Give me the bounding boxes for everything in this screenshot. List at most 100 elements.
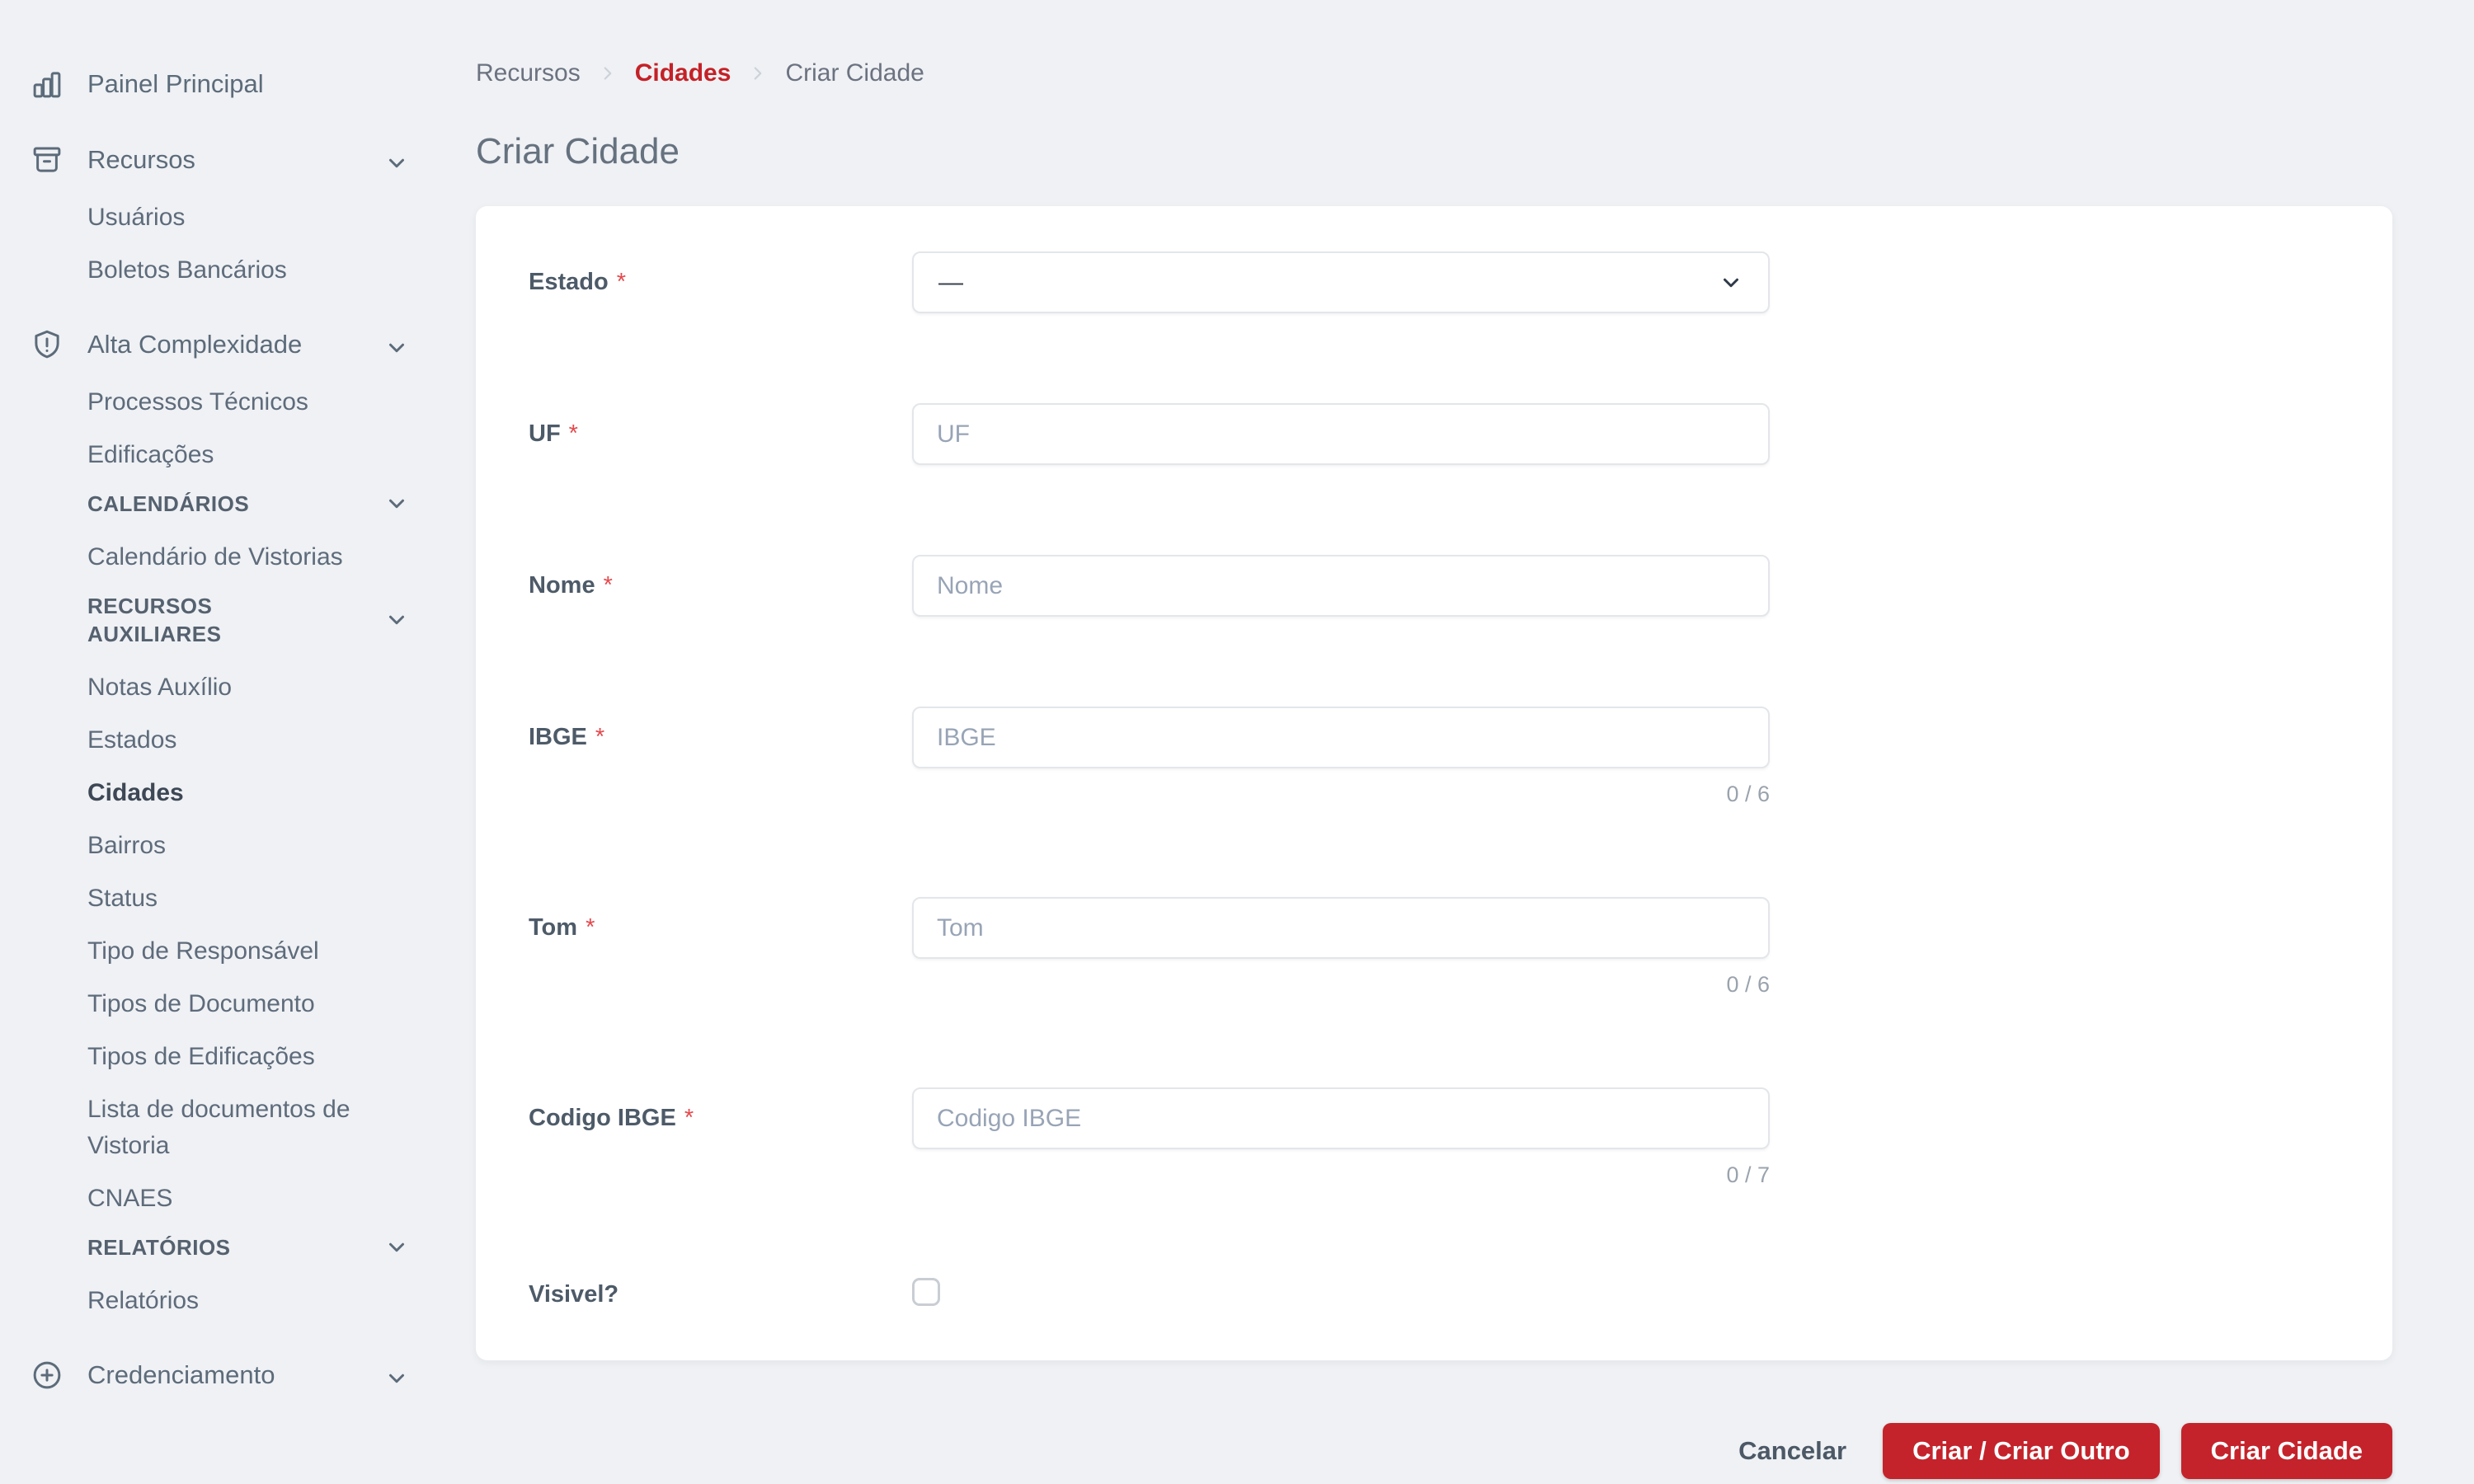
- sidebar-item-recursos-auxiliares[interactable]: RECURSOS AUXILIARES: [0, 592, 445, 648]
- breadcrumb-separator-icon: [597, 63, 618, 84]
- ibge-input[interactable]: [912, 707, 1770, 768]
- field-row-uf: UF *: [529, 403, 2392, 465]
- sidebar-item-calendarios[interactable]: CALENDÁRIOS: [0, 490, 445, 518]
- sidebar-item-estados[interactable]: Estados: [0, 722, 445, 758]
- field-label: Visivel?: [529, 1280, 619, 1308]
- sidebar-item-tipos-de-edificacoes[interactable]: Tipos de Edificações: [0, 1039, 445, 1075]
- field-control: 0 / 6: [912, 897, 1770, 998]
- archive-box-icon: [30, 143, 64, 177]
- visivel-checkbox[interactable]: [912, 1278, 940, 1306]
- sidebar-item-recursos[interactable]: Recursos: [0, 140, 445, 180]
- sidebar-subitem-label: Estados: [87, 726, 177, 754]
- sidebar-item-bairros[interactable]: Bairros: [0, 828, 445, 864]
- required-asterisk: *: [616, 269, 626, 295]
- required-asterisk: *: [586, 914, 595, 941]
- chevron-down-icon[interactable]: [384, 491, 409, 516]
- required-asterisk: *: [568, 420, 578, 447]
- sidebar-item-cidades[interactable]: Cidades: [0, 775, 445, 811]
- sidebar-item-relatorios[interactable]: Relatórios: [0, 1283, 445, 1319]
- form-footer: Cancelar Criar / Criar Outro Criar Cidad…: [476, 1423, 2392, 1479]
- sidebar-subitem-label: CNAES: [87, 1185, 173, 1212]
- sidebar-item-notas-auxilio[interactable]: Notas Auxílio: [0, 669, 445, 706]
- field-row-tom: Tom * 0 / 6: [529, 897, 2392, 998]
- sidebar-item-calendario-de-vistorias[interactable]: Calendário de Vistorias: [0, 539, 445, 575]
- required-asterisk: *: [603, 572, 613, 599]
- sidebar-subitem-label: Edificações: [87, 441, 214, 468]
- breadcrumb-separator-icon: [747, 63, 769, 84]
- sidebar-subitem-label: Tipos de Edificações: [87, 1043, 315, 1070]
- sidebar-section-label: CALENDÁRIOS: [87, 491, 250, 516]
- required-asterisk: *: [684, 1105, 694, 1131]
- sidebar-section-label: RECURSOS AUXILIARES: [87, 594, 222, 646]
- sidebar-item-alta-complexidade[interactable]: Alta Complexidade: [0, 325, 445, 364]
- field-label: Estado *: [529, 269, 626, 295]
- nome-input[interactable]: [912, 555, 1770, 617]
- chevron-down-icon: [1719, 270, 1743, 295]
- sidebar-section-label: RELATÓRIOS: [87, 1235, 231, 1260]
- create-and-create-another-button[interactable]: Criar / Criar Outro: [1883, 1423, 2160, 1479]
- field-label: Nome *: [529, 572, 613, 599]
- field-control: 0 / 7: [912, 1087, 1770, 1188]
- sidebar-item-relatorios[interactable]: RELATÓRIOS: [0, 1233, 445, 1261]
- field-label: IBGE *: [529, 724, 605, 750]
- estado-select-value: —: [938, 268, 963, 296]
- uf-input[interactable]: [912, 403, 1770, 465]
- required-asterisk: *: [595, 724, 605, 750]
- sidebar-subitem-label: Lista de documentos de Vistoria: [87, 1096, 350, 1159]
- field-control: [912, 555, 1770, 617]
- chevron-down-icon[interactable]: [384, 608, 409, 632]
- sidebar-subitem-label: Processos Técnicos: [87, 388, 308, 416]
- breadcrumb-item-criar-cidade[interactable]: Criar Cidade: [785, 59, 924, 87]
- cancel-button[interactable]: Cancelar: [1738, 1436, 1846, 1466]
- sidebar-item-processos-tecnicos[interactable]: Processos Técnicos: [0, 384, 445, 420]
- field-control: [912, 1278, 1770, 1310]
- field-row-estado: Estado * —: [529, 251, 2392, 313]
- estado-select[interactable]: —: [912, 251, 1770, 313]
- chevron-down-icon[interactable]: [384, 332, 409, 357]
- field-control: 0 / 6: [912, 707, 1770, 807]
- breadcrumb-item-recursos[interactable]: Recursos: [476, 59, 581, 87]
- sidebar-subitem-label: Usuários: [87, 204, 186, 231]
- sidebar-item-boletos-bancarios[interactable]: Boletos Bancários: [0, 252, 445, 289]
- field-label: Tom *: [529, 914, 595, 941]
- field-row-codigo-ibge: Codigo IBGE * 0 / 7: [529, 1087, 2392, 1188]
- tom-input[interactable]: [912, 897, 1770, 959]
- chevron-down-icon[interactable]: [384, 148, 409, 172]
- create-city-button[interactable]: Criar Cidade: [2180, 1423, 2392, 1479]
- sidebar-item-tipo-de-responsavel[interactable]: Tipo de Responsável: [0, 933, 445, 970]
- field-label: UF *: [529, 420, 578, 447]
- chevron-down-icon[interactable]: [384, 1363, 409, 1388]
- sidebar-subitem-label: Tipos de Documento: [87, 990, 315, 1017]
- field-row-visivel: Visivel?: [529, 1278, 2392, 1311]
- sidebar-subitem-label: Notas Auxílio: [87, 674, 233, 701]
- sidebar-subitem-label: Bairros: [87, 832, 167, 859]
- sidebar-item-painel-principal[interactable]: Painel Principal: [0, 64, 445, 104]
- chevron-down-icon[interactable]: [384, 1235, 409, 1260]
- main-content: Recursos Cidades Criar Cidade Criar Cidade…: [445, 0, 2474, 1484]
- sidebar-item-status[interactable]: Status: [0, 881, 445, 917]
- breadcrumb-item-cidades[interactable]: Cidades: [635, 59, 731, 87]
- sidebar-subitem-label: Cidades: [87, 779, 184, 806]
- plus-circle-icon: [30, 1358, 64, 1392]
- sidebar-item-tipos-de-documento[interactable]: Tipos de Documento: [0, 986, 445, 1022]
- sidebar: Painel Principal Recursos Usuários Bolet…: [0, 0, 445, 1484]
- ibge-char-counter: 0 / 6: [1726, 782, 1770, 806]
- sidebar-item-usuarios[interactable]: Usuários: [0, 200, 445, 236]
- sidebar-subitem-label: Boletos Bancários: [87, 256, 287, 284]
- sidebar-item-label: Recursos: [87, 145, 195, 174]
- sidebar-subitem-label: Tipo de Responsável: [87, 937, 319, 965]
- sidebar-item-lista-de-documentos-de-vistoria[interactable]: Lista de documentos de Vistoria: [0, 1092, 445, 1164]
- codigo-ibge-char-counter: 0 / 7: [1726, 1162, 1770, 1187]
- field-label: Codigo IBGE *: [529, 1105, 694, 1131]
- sidebar-item-label: Credenciamento: [87, 1360, 275, 1389]
- sidebar-item-label: Painel Principal: [87, 69, 264, 98]
- sidebar-item-credenciamento[interactable]: Credenciamento: [0, 1355, 445, 1395]
- sidebar-item-cnaes[interactable]: CNAES: [0, 1181, 445, 1217]
- breadcrumb: Recursos Cidades Criar Cidade: [476, 59, 2392, 87]
- field-row-nome: Nome *: [529, 555, 2392, 617]
- create-city-form-card: Estado * — UF * Nome * IBGE * 0 / 6 Tom …: [476, 206, 2392, 1360]
- codigo-ibge-input[interactable]: [912, 1087, 1770, 1149]
- field-control: [912, 403, 1770, 465]
- sidebar-item-edificacoes[interactable]: Edificações: [0, 437, 445, 473]
- field-control: —: [912, 251, 1770, 313]
